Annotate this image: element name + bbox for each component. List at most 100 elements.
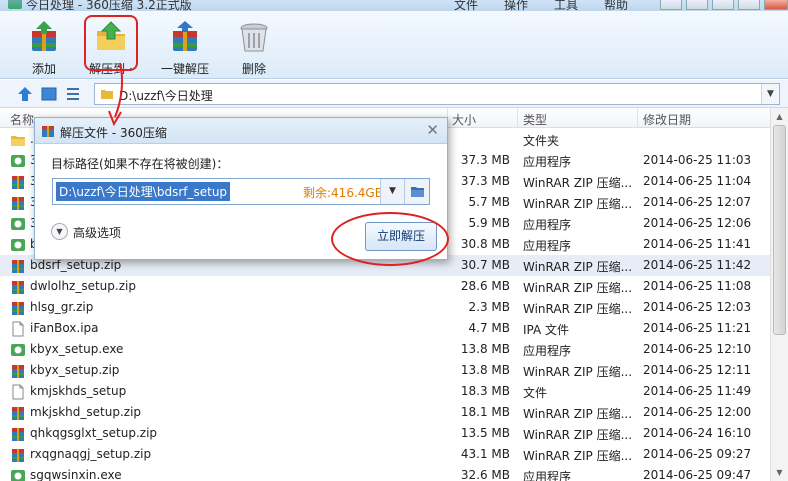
folder-icon <box>101 90 113 99</box>
file-name: hlsg_gr.zip <box>30 300 94 314</box>
file-type: 应用程序 <box>523 470 572 481</box>
file-row[interactable]: mkjskhd_setup.zip 18.1 MB WinRAR ZIP 压缩...… <box>0 402 770 423</box>
column-type[interactable]: 类型 <box>523 111 547 128</box>
file-row[interactable]: rxqgnaqgj_setup.zip 43.1 MB WinRAR ZIP 压缩.… <box>0 444 770 465</box>
list-view-icon[interactable] <box>64 85 82 103</box>
file-date: 2014-06-25 09:27 <box>643 447 752 461</box>
file-row[interactable]: kmjskhds_setup 18.3 MB 文件 2014-06-25 11:49 <box>0 381 770 402</box>
column-name[interactable]: 名称 <box>10 111 34 128</box>
file-name: kbyx_setup.zip <box>30 363 120 377</box>
dialog-title-bar: 解压文件 - 360压缩 ✕ <box>35 118 447 144</box>
winrar-zip-icon <box>10 447 26 463</box>
file-type: 文件夹 <box>523 134 560 148</box>
minimize-button[interactable] <box>712 0 734 10</box>
file-date: 2014-06-25 11:04 <box>643 174 752 188</box>
vertical-scrollbar[interactable]: ▲ ▼ <box>770 108 788 481</box>
file-row[interactable]: hlsg_gr.zip 2.3 MB WinRAR ZIP 压缩... 2014-06… <box>0 297 770 318</box>
file-date: 2014-06-25 11:41 <box>643 237 752 251</box>
winrar-zip-icon <box>10 300 26 316</box>
one-click-extract-icon <box>173 21 197 51</box>
file-date: 2014-06-25 11:42 <box>643 258 752 272</box>
add-button[interactable]: 添加 <box>14 11 74 79</box>
winrar-zip-icon <box>10 426 26 442</box>
file-row[interactable]: kbyx_setup.zip 13.8 MB WinRAR ZIP 压缩... 201… <box>0 360 770 381</box>
folder-icon <box>10 132 26 148</box>
winrar-zip-icon <box>10 405 26 421</box>
file-row[interactable]: dwlolhz_setup.zip 28.6 MB WinRAR ZIP 压缩...… <box>0 276 770 297</box>
file-date: 2014-06-25 11:21 <box>643 321 752 335</box>
free-space-text: 剩余:416.4GB <box>303 186 383 200</box>
file-type: 应用程序 <box>523 218 572 232</box>
extract-to-highlight <box>84 15 138 71</box>
delete-button[interactable]: 删除 <box>226 11 282 79</box>
exe-icon <box>10 342 26 358</box>
file-date: 2014-06-25 12:11 <box>643 363 752 377</box>
file-date: 2014-06-25 12:03 <box>643 300 752 314</box>
file-type: WinRAR ZIP 压缩... <box>523 428 633 442</box>
file-name: qhkqgsglxt_setup.zip <box>30 426 158 440</box>
scrollbar-thumb[interactable] <box>773 125 786 335</box>
file-date: 2014-06-25 12:00 <box>643 405 752 419</box>
scroll-down-icon[interactable]: ▼ <box>771 464 788 481</box>
target-path-value[interactable]: D:\uzzf\今日处理\bdsrf_setup <box>56 182 231 201</box>
blank-file-icon <box>10 321 26 337</box>
menu-file[interactable]: 文件 <box>454 0 478 11</box>
title-bar: 今日处理 - 360压缩 3.2正式版 文件 操作 工具 帮助 <box>0 0 788 11</box>
path-history-dropdown[interactable]: ▼ <box>380 179 404 204</box>
address-dropdown-button[interactable]: ▼ <box>761 84 779 104</box>
file-date: 2014-06-25 12:06 <box>643 216 752 230</box>
file-type: WinRAR ZIP 压缩... <box>523 281 633 295</box>
file-date: 2014-06-25 11:03 <box>643 153 752 167</box>
file-type: WinRAR ZIP 压缩... <box>523 365 633 379</box>
address-bar[interactable]: D:\uzzf\今日处理 ▼ <box>94 83 780 105</box>
file-size: 43.1 MB <box>460 447 510 461</box>
menu-button[interactable] <box>686 0 708 10</box>
menu-action[interactable]: 操作 <box>504 0 528 11</box>
file-type: 应用程序 <box>523 155 572 169</box>
blank-file-icon <box>10 384 26 400</box>
file-name: mkjskhd_setup.zip <box>30 405 142 419</box>
file-type: WinRAR ZIP 压缩... <box>523 176 633 190</box>
file-size: 13.5 MB <box>460 426 510 440</box>
scroll-up-icon[interactable]: ▲ <box>771 108 788 125</box>
up-arrow-icon[interactable] <box>16 85 34 103</box>
add-button-label: 添加 <box>31 62 56 76</box>
browse-folder-button[interactable] <box>404 179 429 204</box>
thumbnail-view-icon[interactable] <box>40 85 58 103</box>
app-icon <box>8 0 22 9</box>
file-row[interactable]: iFanBox.ipa 4.7 MB IPA 文件 2014-06-25 11:21 <box>0 318 770 339</box>
file-type: WinRAR ZIP 压缩... <box>523 197 633 211</box>
file-size: 32.6 MB <box>460 468 510 481</box>
file-size: 28.6 MB <box>460 279 510 293</box>
target-path-label: 目标路径(如果不存在将被创建)： <box>51 157 229 171</box>
menu-help[interactable]: 帮助 <box>604 0 628 11</box>
one-click-extract-label: 一键解压 <box>160 62 209 76</box>
dialog-close-icon[interactable]: ✕ <box>426 121 439 139</box>
file-name: kbyx_setup.exe <box>30 342 124 356</box>
file-date: 2014-06-25 12:07 <box>643 195 752 209</box>
skin-button[interactable] <box>660 0 682 10</box>
column-size[interactable]: 大小 <box>452 111 476 128</box>
target-path-input[interactable]: D:\uzzf\今日处理\bdsrf_setup 剩余:416.4GB ▼ <box>52 178 430 205</box>
file-date: 2014-06-25 12:10 <box>643 342 752 356</box>
file-row[interactable]: qhkqgsglxt_setup.zip 13.5 MB WinRAR ZIP 压缩… <box>0 423 770 444</box>
file-size: 18.1 MB <box>460 405 510 419</box>
close-window-button[interactable] <box>764 0 788 10</box>
file-size: 2.3 MB <box>468 300 510 314</box>
file-name: rxqgnaqgj_setup.zip <box>30 447 152 461</box>
one-click-extract-button[interactable]: 一键解压 <box>150 11 220 79</box>
file-size: 13.8 MB <box>460 363 510 377</box>
exe-icon <box>10 216 26 232</box>
column-date[interactable]: 修改日期 <box>643 111 691 128</box>
winrar-zip-icon <box>10 258 26 274</box>
maximize-button[interactable] <box>738 0 760 10</box>
winrar-zip-icon <box>10 279 26 295</box>
file-date: 2014-06-25 11:49 <box>643 384 752 398</box>
file-type: IPA 文件 <box>523 323 570 337</box>
file-row[interactable]: sgqwsinxin.exe 32.6 MB 应用程序 2014-06-25 09:4… <box>0 465 770 481</box>
menu-tools[interactable]: 工具 <box>554 0 578 11</box>
chevron-down-icon: ▼ <box>51 223 68 240</box>
file-row[interactable]: kbyx_setup.exe 13.8 MB 应用程序 2014-06-25 12:1… <box>0 339 770 360</box>
browse-folder-icon <box>411 187 424 197</box>
file-type: WinRAR ZIP 压缩... <box>523 449 633 463</box>
